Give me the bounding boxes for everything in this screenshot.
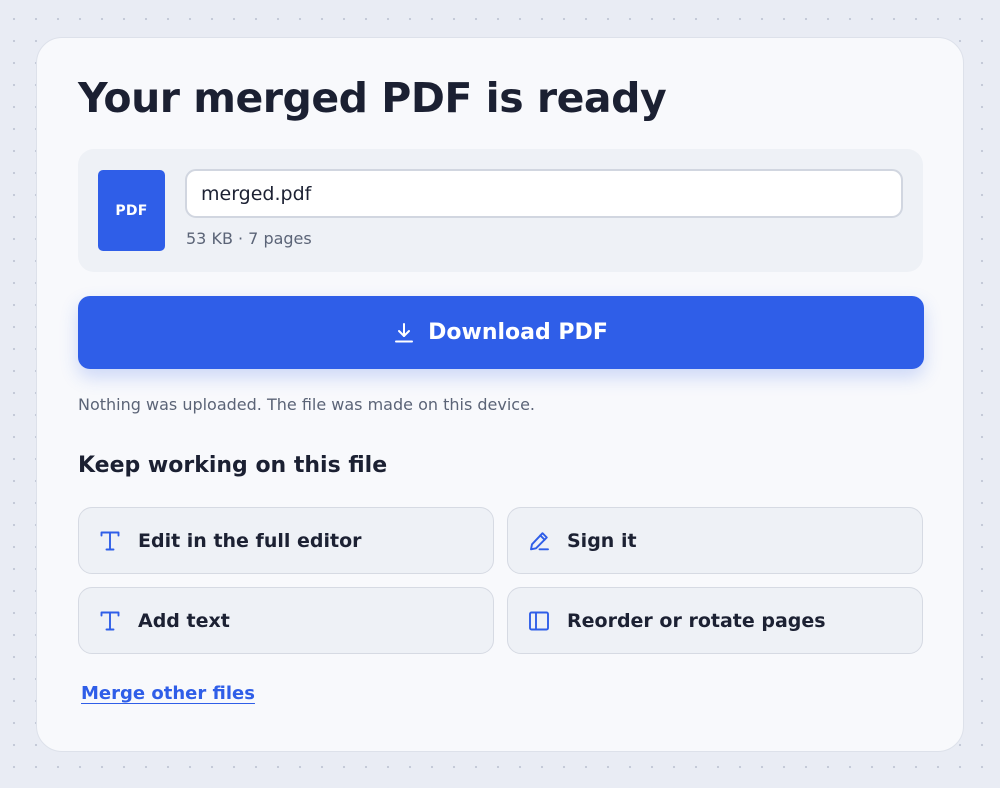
sign-it-button[interactable]: Sign it: [507, 507, 923, 574]
pen-icon: [528, 530, 550, 552]
action-label: Add text: [138, 609, 230, 632]
download-pdf-button[interactable]: Download PDF: [78, 296, 924, 369]
file-meta: 53 KB · 7 pages: [186, 229, 312, 248]
page-title: Your merged PDF is ready: [78, 74, 667, 122]
result-card: Your merged PDF is ready PDF 53 KB · 7 p…: [36, 37, 964, 752]
action-label: Reorder or rotate pages: [567, 609, 826, 632]
edit-in-full-editor-button[interactable]: Edit in the full editor: [78, 507, 494, 574]
file-panel: PDF 53 KB · 7 pages: [78, 149, 923, 272]
text-icon: [99, 610, 121, 632]
action-label: Edit in the full editor: [138, 529, 362, 552]
filename-input[interactable]: [185, 169, 903, 218]
action-label: Sign it: [567, 529, 637, 552]
privacy-note: Nothing was uploaded. The file was made …: [78, 395, 535, 414]
reorder-rotate-pages-button[interactable]: Reorder or rotate pages: [507, 587, 923, 654]
download-button-label: Download PDF: [428, 320, 608, 345]
panel-icon: [528, 610, 550, 632]
pdf-file-icon: PDF: [98, 170, 165, 251]
section-heading: Keep working on this file: [78, 453, 388, 478]
merge-other-files-link[interactable]: Merge other files: [81, 683, 255, 704]
pdf-badge-label: PDF: [115, 202, 148, 219]
add-text-button[interactable]: Add text: [78, 587, 494, 654]
download-icon: [394, 322, 414, 344]
text-icon: [99, 530, 121, 552]
